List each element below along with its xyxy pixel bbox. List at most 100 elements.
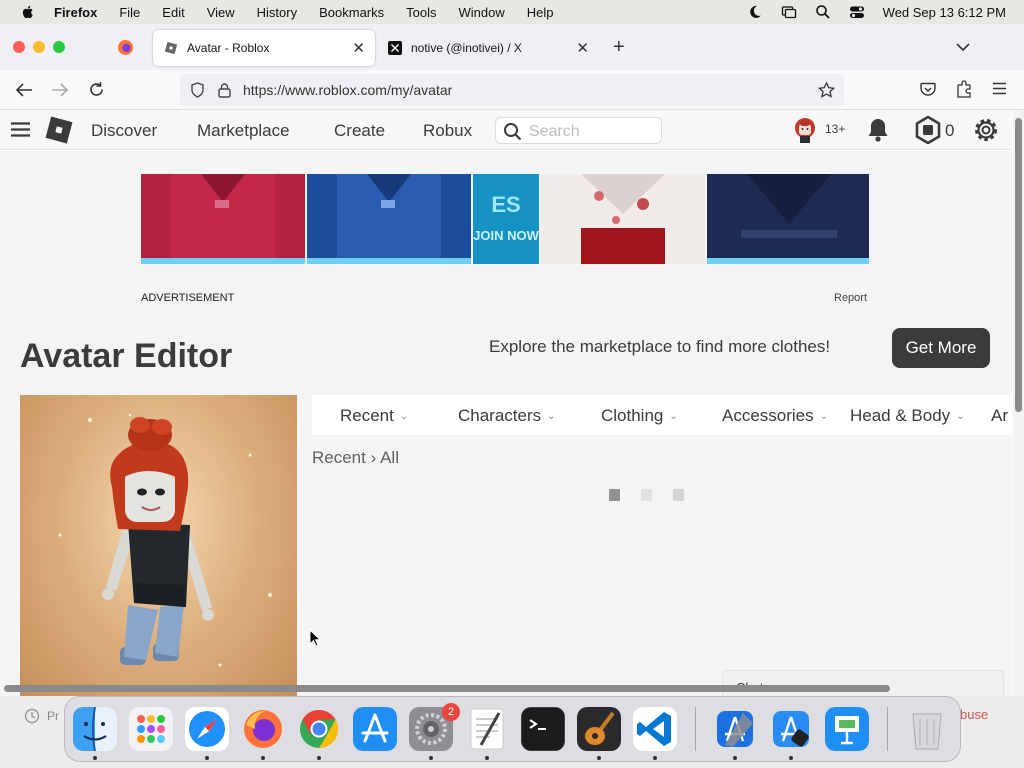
finder-icon[interactable] [73,707,117,751]
chevron-down-icon: ⌄ [819,411,829,422]
tab-animations-partial[interactable]: Ar [991,406,1008,426]
address-bar[interactable]: https://www.roblox.com/my/avatar [180,74,844,106]
trash-icon[interactable] [905,707,949,751]
simulator-icon[interactable] [769,707,813,751]
roblox-menu-icon[interactable] [11,122,30,137]
vertical-scrollbar-thumb[interactable] [1015,118,1022,412]
breadcrumb-root[interactable]: Recent [312,448,366,467]
menu-help[interactable]: Help [527,5,554,20]
chevron-down-icon: ⌄ [399,411,409,422]
keynote-icon[interactable] [825,707,869,751]
avatar-preview[interactable] [20,395,297,696]
roblox-search-input[interactable]: Search [495,117,662,144]
tab-head-and-body[interactable]: Head & Body ⌄ [850,406,965,426]
textedit-icon[interactable] [465,707,509,751]
forward-arrow-icon[interactable] [51,82,69,98]
background-text-left: Pr [47,709,59,723]
firefox-icon[interactable] [241,707,285,751]
vertical-scrollbar[interactable] [1013,110,1024,696]
avatar-editor-page: ES JOIN NOW ADVERTISEMENT Report Avatar … [0,151,1012,696]
menu-app-name[interactable]: Firefox [54,5,97,20]
tab-title: Avatar - Roblox [187,41,270,55]
firefox-view-icon[interactable] [117,39,134,56]
apple-menu-icon[interactable] [20,4,36,20]
app-store-icon[interactable] [353,707,397,751]
tab-recent[interactable]: Recent ⌄ [340,406,408,426]
get-more-button[interactable]: Get More [892,328,990,368]
list-all-tabs-chevron-icon[interactable] [956,42,970,52]
extensions-puzzle-icon[interactable] [956,80,972,98]
tab-label: Head & Body [850,406,951,425]
moon-icon[interactable] [747,4,763,20]
reload-icon[interactable] [88,81,105,98]
running-indicator-dot [485,756,489,760]
menu-window[interactable]: Window [459,5,505,20]
tracking-protection-shield-icon[interactable] [190,82,205,98]
url-path: /my/avatar [386,82,453,98]
roblox-logo-icon[interactable] [43,114,75,146]
report-ad-link[interactable]: Report [834,292,867,304]
pocket-icon[interactable] [920,82,936,97]
menu-view[interactable]: View [207,5,235,20]
menu-edit[interactable]: Edit [162,5,184,20]
xcode-icon[interactable] [713,707,757,751]
menu-file[interactable]: File [119,5,140,20]
bookmark-star-icon[interactable] [818,82,835,98]
age-badge: 13+ [825,122,846,136]
ad-banner[interactable]: ES JOIN NOW [141,174,869,264]
running-indicator-dot [205,756,209,760]
breadcrumb-current: All [380,448,399,467]
menu-tools[interactable]: Tools [406,5,436,20]
robux-balance[interactable]: 0 [945,121,954,141]
hamburger-menu-icon[interactable] [992,82,1007,95]
spotlight-search-icon[interactable] [815,4,831,20]
chevron-down-icon: ⌄ [669,411,678,422]
chat-widget[interactable]: Chat [722,670,1004,696]
back-arrow-icon[interactable] [15,82,33,98]
breadcrumb: Recent › All [312,448,399,468]
control-center-icon[interactable] [849,4,865,20]
vscode-icon[interactable] [633,707,677,751]
chrome-icon[interactable] [297,707,341,751]
minimize-window-button[interactable] [33,41,45,53]
terminal-icon[interactable] [521,707,565,751]
tab-clothing[interactable]: Clothing ⌄ [601,406,678,426]
url-text[interactable]: https://www.roblox.com/my/avatar [243,82,452,98]
loading-indicator-dot [673,489,684,501]
tab-bar: Avatar - Roblox ✕ notive (@inotivei) / X… [0,24,1024,70]
screen-mirroring-icon[interactable] [781,4,797,20]
menu-bookmarks[interactable]: Bookmarks [319,5,384,20]
horizontal-scrollbar-thumb[interactable] [4,685,890,692]
running-indicator-dot [317,756,321,760]
search-icon [504,123,522,141]
close-tab-icon[interactable]: ✕ [576,39,589,57]
tab-accessories[interactable]: Accessories ⌄ [722,406,828,426]
macos-dock: 2 [64,696,961,762]
garageband-icon[interactable] [577,707,621,751]
tab-title: notive (@inotivei) / X [411,41,522,55]
tab-characters[interactable]: Characters ⌄ [458,406,556,426]
notifications-bell-icon[interactable] [866,117,890,143]
close-window-button[interactable] [13,41,25,53]
nav-create[interactable]: Create [334,121,385,141]
explore-marketplace-text: Explore the marketplace to find more clo… [489,337,831,356]
settings-gear-icon[interactable] [972,116,1000,144]
nav-robux[interactable]: Robux [423,121,472,141]
close-tab-icon[interactable]: ✕ [352,39,365,57]
user-avatar-thumbnail[interactable] [792,116,818,144]
new-tab-icon[interactable]: + [613,36,625,59]
menu-history[interactable]: History [257,5,297,20]
chevron-down-icon: ⌄ [547,411,556,422]
safari-icon[interactable] [185,707,229,751]
padlock-icon[interactable] [218,82,231,98]
advertisement-label: ADVERTISEMENT [141,292,235,304]
maximize-window-button[interactable] [53,41,65,53]
nav-marketplace[interactable]: Marketplace [197,121,290,141]
tab-avatar-roblox[interactable]: Avatar - Roblox ✕ [153,30,375,66]
nav-discover[interactable]: Discover [91,121,157,141]
menu-bar-clock[interactable]: Wed Sep 13 6:12 PM [883,5,1006,20]
launchpad-icon[interactable] [129,707,173,751]
tab-x-notive[interactable]: notive (@inotivei) / X ✕ [377,30,599,66]
mouse-pointer-icon [309,629,321,647]
robux-icon[interactable] [914,116,942,144]
